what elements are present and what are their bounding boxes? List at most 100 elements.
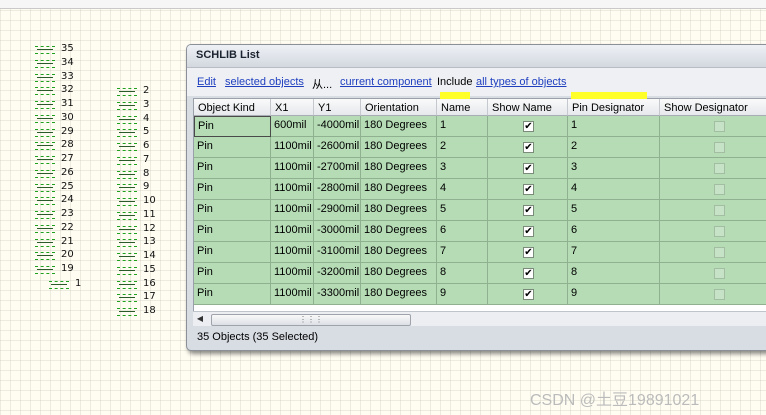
cell-show-name[interactable]: ✔ (488, 179, 568, 200)
checkbox-unchecked[interactable] (714, 121, 725, 132)
cell-designator[interactable]: 1 (568, 116, 660, 137)
edit-link[interactable]: Edit (197, 76, 216, 88)
table-row[interactable]: Pin 1100mil -2800mil 180 Degrees 4 ✔ 4 (194, 179, 766, 200)
checkbox-unchecked[interactable] (714, 142, 725, 153)
column-header[interactable]: Pin Designator (568, 99, 660, 116)
cell-x1[interactable]: 1100mil (271, 137, 314, 158)
cell-designator[interactable]: 3 (568, 158, 660, 179)
cell-y1[interactable]: -3000mil (314, 221, 361, 242)
checkbox-unchecked[interactable] (714, 247, 725, 258)
cell-kind[interactable]: Pin (194, 284, 271, 305)
cell-name[interactable]: 2 (437, 137, 488, 158)
objects-grid[interactable]: Object Kind X1 Y1 Orientation Name Show Name P… (193, 98, 766, 313)
checkbox-unchecked[interactable] (714, 289, 725, 300)
cell-name[interactable]: 8 (437, 263, 488, 284)
cell-orientation[interactable]: 180 Degrees (361, 116, 437, 137)
column-header[interactable]: Show Name (488, 99, 568, 116)
cell-designator[interactable]: 4 (568, 179, 660, 200)
cell-show-designator[interactable] (660, 242, 766, 263)
cell-designator[interactable]: 5 (568, 200, 660, 221)
cell-show-name[interactable]: ✔ (488, 284, 568, 305)
checkbox-checked[interactable]: ✔ (523, 247, 534, 258)
cell-kind[interactable]: Pin (194, 116, 271, 137)
horizontal-scrollbar[interactable]: ◀ ⋮⋮⋮ (193, 311, 766, 326)
table-row[interactable]: Pin 1100mil -3100mil 180 Degrees 7 ✔ 7 (194, 242, 766, 263)
cell-name[interactable]: 6 (437, 221, 488, 242)
cell-designator[interactable]: 8 (568, 263, 660, 284)
cell-x1[interactable]: 1100mil (271, 158, 314, 179)
cell-kind[interactable]: Pin (194, 242, 271, 263)
column-header[interactable]: X1 (271, 99, 314, 116)
cell-show-designator[interactable] (660, 179, 766, 200)
cell-show-designator[interactable] (660, 200, 766, 221)
cell-x1[interactable]: 1100mil (271, 179, 314, 200)
cell-kind[interactable]: Pin (194, 221, 271, 242)
table-row[interactable]: Pin 1100mil -2900mil 180 Degrees 5 ✔ 5 (194, 200, 766, 221)
cell-show-name[interactable]: ✔ (488, 158, 568, 179)
cell-show-name[interactable]: ✔ (488, 242, 568, 263)
column-header[interactable]: Y1 (314, 99, 361, 116)
cell-show-designator[interactable] (660, 116, 766, 137)
checkbox-unchecked[interactable] (714, 205, 725, 216)
all-types-of-objects-link[interactable]: all types of objects (476, 76, 567, 88)
cell-designator[interactable]: 9 (568, 284, 660, 305)
cell-kind[interactable]: Pin (194, 179, 271, 200)
cell-x1[interactable]: 1100mil (271, 242, 314, 263)
table-row[interactable]: Pin 1100mil -2700mil 180 Degrees 3 ✔ 3 (194, 158, 766, 179)
cell-orientation[interactable]: 180 Degrees (361, 284, 437, 305)
cell-designator[interactable]: 7 (568, 242, 660, 263)
cell-kind[interactable]: Pin (194, 158, 271, 179)
cell-designator[interactable]: 2 (568, 137, 660, 158)
cell-name[interactable]: 1 (437, 116, 488, 137)
cell-x1[interactable]: 600mil (271, 116, 314, 137)
checkbox-checked[interactable]: ✔ (523, 226, 534, 237)
cell-show-designator[interactable] (660, 221, 766, 242)
cell-kind[interactable]: Pin (194, 200, 271, 221)
scrollbar-thumb[interactable]: ⋮⋮⋮ (211, 314, 411, 326)
cell-show-name[interactable]: ✔ (488, 200, 568, 221)
cell-x1[interactable]: 1100mil (271, 200, 314, 221)
cell-orientation[interactable]: 180 Degrees (361, 221, 437, 242)
selected-objects-link[interactable]: selected objects (225, 76, 304, 88)
cell-kind[interactable]: Pin (194, 263, 271, 284)
cell-designator[interactable]: 6 (568, 221, 660, 242)
cell-x1[interactable]: 1100mil (271, 221, 314, 242)
cell-y1[interactable]: -2600mil (314, 137, 361, 158)
table-row[interactable]: Pin 1100mil -3300mil 180 Degrees 9 ✔ 9 (194, 284, 766, 305)
table-row[interactable]: Pin 1100mil -3200mil 180 Degrees 8 ✔ 8 (194, 263, 766, 284)
cell-orientation[interactable]: 180 Degrees (361, 263, 437, 284)
cell-name[interactable]: 9 (437, 284, 488, 305)
checkbox-unchecked[interactable] (714, 184, 725, 195)
cell-y1[interactable]: -3300mil (314, 284, 361, 305)
column-header[interactable]: Object Kind (194, 99, 271, 116)
checkbox-checked[interactable]: ✔ (523, 163, 534, 174)
checkbox-checked[interactable]: ✔ (523, 205, 534, 216)
cell-orientation[interactable]: 180 Degrees (361, 158, 437, 179)
cell-show-name[interactable]: ✔ (488, 221, 568, 242)
cell-y1[interactable]: -4000mil (314, 116, 361, 137)
cell-show-designator[interactable] (660, 158, 766, 179)
cell-name[interactable]: 4 (437, 179, 488, 200)
cell-y1[interactable]: -2700mil (314, 158, 361, 179)
cell-x1[interactable]: 1100mil (271, 284, 314, 305)
current-component-link[interactable]: current component (340, 76, 432, 88)
cell-y1[interactable]: -3100mil (314, 242, 361, 263)
checkbox-unchecked[interactable] (714, 226, 725, 237)
cell-show-name[interactable]: ✔ (488, 116, 568, 137)
checkbox-unchecked[interactable] (714, 163, 725, 174)
cell-show-name[interactable]: ✔ (488, 137, 568, 158)
cell-orientation[interactable]: 180 Degrees (361, 137, 437, 158)
cell-show-designator[interactable] (660, 284, 766, 305)
column-header[interactable]: Show Designator (660, 99, 766, 116)
table-row[interactable]: Pin 600mil -4000mil 180 Degrees 1 ✔ 1 (194, 116, 766, 137)
checkbox-checked[interactable]: ✔ (523, 289, 534, 300)
cell-orientation[interactable]: 180 Degrees (361, 242, 437, 263)
checkbox-checked[interactable]: ✔ (523, 184, 534, 195)
column-header[interactable]: Name (437, 99, 488, 116)
cell-y1[interactable]: -2900mil (314, 200, 361, 221)
cell-name[interactable]: 3 (437, 158, 488, 179)
table-row[interactable]: Pin 1100mil -2600mil 180 Degrees 2 ✔ 2 (194, 137, 766, 158)
cell-kind[interactable]: Pin (194, 137, 271, 158)
checkbox-checked[interactable]: ✔ (523, 121, 534, 132)
cell-show-designator[interactable] (660, 263, 766, 284)
